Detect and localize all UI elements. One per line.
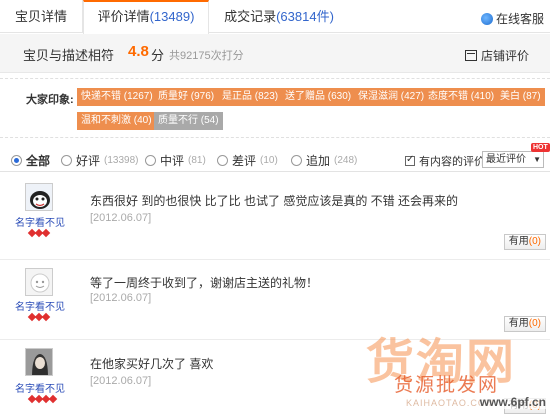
gem-icon [48, 394, 58, 404]
filter-label: 追加 [306, 154, 331, 168]
rating-summary: 宝贝与描述相符 4.8 分 共92175次打分 店铺评价 [0, 34, 550, 73]
filter-count: (81) [188, 155, 206, 166]
impression-tag[interactable]: 质量好 (976) [154, 88, 219, 106]
impression-tag[interactable]: 是正品 (823) [218, 88, 283, 106]
username[interactable]: 名字看不见 [15, 298, 65, 313]
impression-tag[interactable]: 温和不刺激 (40) [77, 112, 156, 130]
useful-label: 有用 [508, 318, 529, 329]
filter-good-radio[interactable]: 好评 (13398) [61, 152, 138, 169]
tab-transaction-records[interactable]: 成交记录(63814件) [209, 0, 349, 33]
review-item: 名字看不见 在他家买好几次了 喜欢 [2012.06.07] 有用(0) [0, 340, 550, 418]
shop-icon [464, 50, 477, 61]
impression-tag[interactable]: 送了赠品 (630) [281, 88, 356, 106]
filter-label: 好评 [76, 154, 101, 168]
impression-tag[interactable]: 快递不错 (1267) [77, 88, 157, 106]
impression-tags: 大家印象: 快递不错 (1267) 质量好 (976) 是正品 (823) 送了… [0, 78, 550, 138]
user-rank-gems [27, 312, 51, 322]
impression-label: 大家印象: [26, 94, 74, 106]
useful-count: (0) [528, 236, 541, 247]
review-item: 名字看不见 等了一周终于收到了，谢谢店主送的礼物！ [2012.06.07] 有… [0, 260, 550, 340]
rating-count: 共92175次打分 [169, 50, 244, 62]
avatar-cartoon-icon [26, 184, 52, 210]
radio-dot[interactable] [11, 155, 22, 166]
avatar[interactable] [25, 348, 53, 376]
username[interactable]: 名字看不见 [15, 380, 65, 395]
rating-score: 4.8 [128, 43, 149, 60]
filter-bad-radio[interactable]: 差评 (10) [217, 152, 278, 169]
filter-followup-radio[interactable]: 追加 (248) [291, 152, 357, 169]
radio-dot[interactable] [61, 155, 72, 166]
review-text: 在他家买好几次了 喜欢 [90, 357, 214, 371]
chevron-down-icon: ▼ [533, 155, 541, 164]
username[interactable]: 名字看不见 [15, 214, 65, 229]
tab-label: 宝贝详情 [14, 9, 67, 24]
useful-button[interactable]: 有用(0) [503, 234, 546, 250]
review-text: 东西很好 到的也很快 比了比 也试了 感觉应该是真的 不错 还会再来的 [90, 194, 459, 208]
tab-label: 成交记录 [224, 9, 277, 24]
tab-count: (13489) [149, 9, 195, 24]
gem-icon [41, 312, 51, 322]
tab-bar: 宝贝详情 评价详情(13489) 成交记录(63814件) 在线客服 [0, 0, 550, 34]
checkbox-box[interactable] [405, 154, 415, 166]
sort-select[interactable]: 最近评价 ▼ [482, 151, 544, 168]
tab-review-details[interactable]: 评价详情(13489) [83, 0, 209, 34]
hot-badge: HOT [531, 143, 550, 152]
filter-label: 全部 [26, 154, 51, 168]
filter-all-radio[interactable]: 全部 [11, 152, 50, 169]
radio-dot[interactable] [217, 155, 228, 166]
review-date: [2012.06.07] [90, 212, 152, 224]
user-rank-gems [27, 228, 51, 238]
filter-label: 差评 [232, 154, 257, 168]
useful-count: (0) [528, 318, 541, 329]
impression-tag[interactable]: 态度不错 (410) [424, 88, 499, 106]
rating-label: 宝贝与描述相符 [23, 48, 115, 63]
useful-label: 有用 [508, 236, 529, 247]
checkbox-label: 有内容的评价 [419, 156, 485, 168]
tab-label: 评价详情 [97, 9, 150, 24]
filter-count: (13398) [104, 155, 139, 166]
rating-unit: 分 [151, 48, 165, 63]
filter-count: (248) [334, 155, 358, 166]
useful-button[interactable]: 有用(0) [503, 316, 546, 332]
sort-value: 最近评价 [486, 154, 526, 165]
tab-product-details[interactable]: 宝贝详情 [0, 0, 83, 33]
filter-mid-radio[interactable]: 中评 (81) [145, 152, 206, 169]
impression-tag[interactable]: 保湿滋润 (427) [354, 88, 429, 106]
filter-label: 中评 [160, 154, 185, 168]
review-item: 名字看不见 东西很好 到的也很快 比了比 也试了 感觉应该是真的 不错 还会再来… [0, 174, 550, 260]
online-service-label: 在线客服 [495, 12, 544, 26]
user-rank-gems [27, 394, 58, 404]
avatar[interactable] [25, 268, 53, 296]
radio-dot[interactable] [145, 155, 156, 166]
online-service-link[interactable]: 在线客服 [480, 10, 544, 27]
radio-dot[interactable] [291, 155, 302, 166]
impression-tag[interactable]: 美白 (87) [496, 88, 545, 106]
review-date: [2012.06.07] [90, 292, 152, 304]
useful-label: 有用 [508, 400, 529, 411]
useful-count: (0) [528, 400, 541, 411]
review-date: [2012.06.07] [90, 375, 152, 387]
useful-button[interactable]: 有用(0) [503, 398, 546, 414]
gem-icon [41, 228, 51, 238]
avatar-default-icon [26, 269, 52, 295]
avatar[interactable] [25, 183, 53, 211]
filter-count: (10) [260, 155, 278, 166]
customer-service-icon [480, 12, 493, 25]
shop-rating-link[interactable]: 店铺评价 [464, 47, 529, 64]
shop-rating-label: 店铺评价 [480, 49, 529, 63]
impression-tag-negative[interactable]: 质量不行 (54) [154, 112, 223, 130]
avatar-photo-icon [26, 349, 52, 375]
tab-count: (63814件) [276, 9, 334, 24]
review-filter-bar: 全部 好评 (13398) 中评 (81) 差评 (10) 追加 (248) 有… [0, 143, 550, 172]
content-only-checkbox[interactable]: 有内容的评价 [405, 153, 485, 169]
review-text: 等了一周终于收到了，谢谢店主送的礼物！ [90, 276, 319, 290]
